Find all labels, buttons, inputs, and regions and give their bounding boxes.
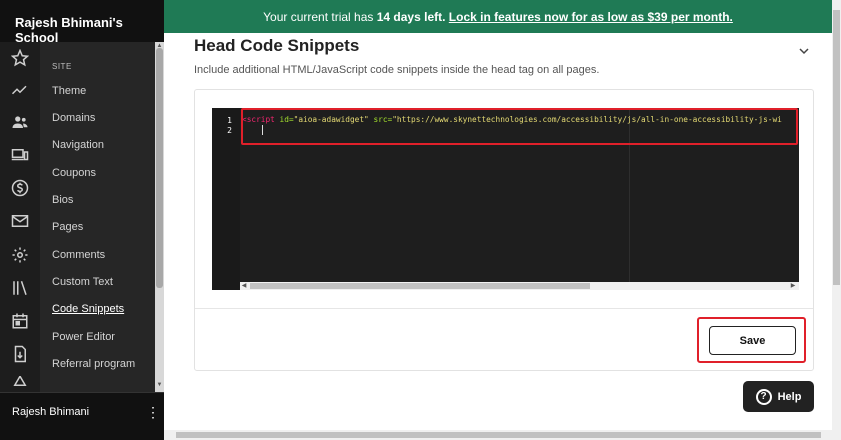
menu-section-label: SITE: [52, 62, 72, 71]
page-subtitle: Include additional HTML/JavaScript code …: [194, 64, 600, 76]
sidebar-item-pages[interactable]: Pages: [52, 221, 83, 233]
help-button[interactable]: ? Help: [743, 381, 814, 412]
sidebar-item-code-snippets[interactable]: Code Snippets: [52, 303, 124, 315]
editor-scrollbar-thumb[interactable]: [250, 283, 590, 289]
scroll-down-icon[interactable]: ▼: [156, 382, 163, 388]
main-content: Head Code Snippets Include additional HT…: [164, 33, 832, 430]
gear-icon[interactable]: [10, 245, 30, 265]
page-horizontal-scrollbar[interactable]: [164, 430, 832, 440]
users-icon[interactable]: [10, 112, 30, 132]
line-number: 1: [227, 116, 232, 125]
sidebar-item-custom-text[interactable]: Custom Text: [52, 276, 113, 288]
icon-rail: [0, 42, 40, 392]
banner-days: 14 days left.: [376, 10, 446, 24]
sidebar-scrollbar-thumb[interactable]: [156, 48, 163, 288]
save-button[interactable]: Save: [709, 326, 796, 355]
page-scrollbar-thumb[interactable]: [176, 432, 821, 438]
sidebar-menu: SITE Theme Domains Navigation Coupons Bi…: [40, 42, 155, 392]
library-icon[interactable]: [10, 278, 30, 298]
sidebar-item-domains[interactable]: Domains: [52, 112, 95, 124]
sidebar: Rajesh Bhimani's School SITE Theme Domai…: [0, 0, 164, 440]
trend-icon[interactable]: [10, 80, 30, 100]
school-name[interactable]: Rajesh Bhimani's School: [0, 0, 164, 45]
chevron-down-icon[interactable]: [798, 45, 810, 57]
kebab-menu-icon[interactable]: ⋮: [146, 402, 160, 422]
dollar-icon[interactable]: [10, 178, 30, 198]
calendar-icon[interactable]: [10, 311, 30, 331]
user-bar: Rajesh Bhimani ⋮: [0, 392, 164, 440]
editor-horizontal-scrollbar[interactable]: ◀ ▶: [240, 282, 799, 290]
user-name[interactable]: Rajesh Bhimani: [12, 406, 89, 418]
page-title: Head Code Snippets: [194, 36, 360, 55]
code-editor[interactable]: 1 2 <script id="aioa-adawidget" src="htt…: [212, 108, 799, 290]
sidebar-item-power-editor[interactable]: Power Editor: [52, 331, 115, 343]
download-icon[interactable]: [10, 344, 30, 364]
sidebar-scrollbar[interactable]: ▲ ▼: [155, 42, 164, 392]
editor-gutter: 1 2: [212, 108, 240, 290]
trial-banner: Your current trial has 14 days left. Loc…: [164, 0, 832, 33]
page-vertical-scrollbar[interactable]: [832, 0, 841, 440]
annotation-highlight: [241, 108, 798, 145]
sidebar-item-coupons[interactable]: Coupons: [52, 167, 96, 179]
scroll-right-icon[interactable]: ▶: [789, 282, 797, 290]
banner-upgrade-link[interactable]: Lock in features now for as low as $39 p…: [449, 10, 733, 24]
card-divider: [195, 308, 813, 309]
sidebar-item-comments[interactable]: Comments: [52, 249, 105, 261]
shapes-icon[interactable]: [10, 376, 30, 390]
question-icon: ?: [755, 388, 772, 405]
line-number: 2: [227, 126, 232, 135]
sidebar-item-bios[interactable]: Bios: [52, 194, 73, 206]
help-label: Help: [777, 390, 802, 403]
scroll-left-icon[interactable]: ◀: [240, 282, 248, 290]
banner-text: Your current trial has: [263, 10, 377, 24]
page-scrollbar-thumb[interactable]: [833, 10, 840, 285]
mail-icon[interactable]: [10, 211, 30, 231]
devices-icon[interactable]: [10, 145, 30, 165]
snippet-card: 1 2 <script id="aioa-adawidget" src="htt…: [194, 89, 814, 371]
sidebar-item-theme[interactable]: Theme: [52, 85, 86, 97]
star-icon[interactable]: [10, 48, 30, 68]
sidebar-item-referral-program[interactable]: Referral program: [52, 358, 135, 370]
sidebar-item-navigation[interactable]: Navigation: [52, 139, 104, 151]
